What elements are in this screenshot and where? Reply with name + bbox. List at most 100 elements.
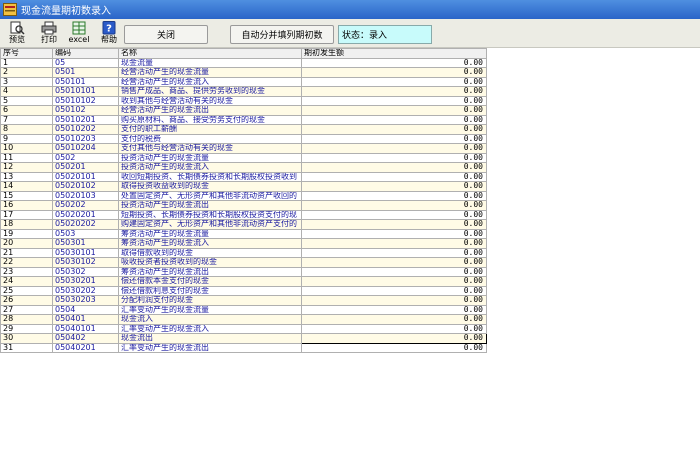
name-cell: 筹资活动产生的现金流入	[118, 238, 302, 249]
amount-cell[interactable]: 0.00	[301, 67, 487, 78]
amount-cell[interactable]: 0.00	[301, 133, 487, 144]
amount-cell[interactable]: 0.00	[301, 171, 487, 182]
code-cell: 05020101	[52, 171, 119, 182]
table-row[interactable]: 29 05040101 汇率变动产生的现金流入 0.00	[0, 323, 487, 334]
table-row[interactable]: 7 05010201 购买原材料、商品、接受劳务支付的现金 0.00	[0, 114, 487, 125]
amount-cell[interactable]: 0.00	[301, 304, 487, 315]
amount-cell[interactable]: 0.00	[301, 314, 487, 325]
amount-cell[interactable]: 0.00	[301, 162, 487, 173]
table-row[interactable]: 20 050301 筹资活动产生的现金流入 0.00	[0, 238, 487, 249]
table-row[interactable]: 28 050401 现金流入 0.00	[0, 314, 487, 325]
amount-cell[interactable]: 0.00	[301, 76, 487, 87]
amount-cell[interactable]: 0.00	[301, 285, 487, 296]
header-code[interactable]: 编码	[52, 48, 119, 59]
table-row[interactable]: 23 050302 筹资活动产生的现金流出 0.00	[0, 266, 487, 277]
table-header-row: 序号 编码 名称 期初发生额	[0, 48, 487, 59]
table-row[interactable]: 16 050202 投资活动产生的现金流出 0.00	[0, 200, 487, 211]
amount-cell[interactable]: 0.00	[301, 200, 487, 211]
amount-cell[interactable]: 0.00	[301, 105, 487, 116]
amount-cell[interactable]: 0.00	[301, 247, 487, 258]
table-row[interactable]: 2 0501 经营活动产生的现金流量 0.00	[0, 67, 487, 78]
amount-cell[interactable]: 0.00	[301, 342, 487, 353]
name-cell: 经营活动产生的现金流出	[118, 105, 302, 116]
table-row[interactable]: 31 05040201 汇率变动产生的现金流出 0.00	[0, 342, 487, 353]
status-field: 状态：录入	[338, 25, 432, 44]
amount-cell[interactable]: 0.00	[301, 181, 487, 192]
table-row[interactable]: 1 05 现金流量 0.00	[0, 57, 487, 68]
table-row[interactable]: 19 0503 筹资活动产生的现金流量 0.00	[0, 228, 487, 239]
header-name[interactable]: 名称	[118, 48, 302, 59]
name-cell: 筹资活动产生的现金流量	[118, 228, 302, 239]
table-row[interactable]: 4 05010101 销售产成品、商品、提供劳务收到的现金 0.00	[0, 86, 487, 97]
amount-cell[interactable]: 0.00	[301, 209, 487, 220]
table-row[interactable]: 8 05010202 支付的职工薪酬 0.00	[0, 124, 487, 135]
table-row[interactable]: 6 050102 经营活动产生的现金流出 0.00	[0, 105, 487, 116]
amount-cell[interactable]: 0.00	[301, 276, 487, 287]
amount-cell[interactable]: 0.00	[301, 295, 487, 306]
auto-fill-button[interactable]: 自动分并填列期初数	[230, 25, 334, 44]
table-row[interactable]: 13 05020101 收回短期投资、长期债券投资和长期股权投资收到 0.00	[0, 171, 487, 182]
table-row[interactable]: 25 05030202 偿还借款利息支付的现金 0.00	[0, 285, 487, 296]
amount-cell[interactable]: 0.00	[301, 323, 487, 334]
table-row[interactable]: 12 050201 投资活动产生的现金流入 0.00	[0, 162, 487, 173]
preview-button[interactable]: 预览	[4, 21, 30, 47]
print-label: 打印	[41, 35, 57, 44]
table-row[interactable]: 17 05020201 短期投资、长期债券投资和长期股权投资支付的现 0.00	[0, 209, 487, 220]
seq-cell: 30	[0, 333, 53, 344]
seq-cell: 6	[0, 105, 53, 116]
table-row[interactable]: 26 05030203 分配利润支付的现金 0.00	[0, 295, 487, 306]
amount-cell[interactable]: 0.00	[301, 190, 487, 201]
close-button[interactable]: 关闭	[124, 25, 208, 44]
code-cell: 05040201	[52, 342, 119, 353]
table-row[interactable]: 24 05030201 偿还借款本金支付的现金 0.00	[0, 276, 487, 287]
table-row[interactable]: 5 05010102 收到其他与经营活动有关的现金 0.00	[0, 95, 487, 106]
amount-cell[interactable]: 0.00	[301, 257, 487, 268]
amount-cell[interactable]: 0.00	[301, 228, 487, 239]
title-bar: 现金流量期初数录入	[0, 0, 700, 19]
name-cell: 吸收投资者投资收到的现金	[118, 257, 302, 268]
header-seq[interactable]: 序号	[0, 48, 53, 59]
table-row[interactable]: 22 05030102 吸收投资者投资收到的现金 0.00	[0, 257, 487, 268]
table-row[interactable]: 27 0504 汇率变动产生的现金流量 0.00	[0, 304, 487, 315]
amount-cell[interactable]: 0.00	[301, 143, 487, 154]
name-cell: 经营活动产生的现金流入	[118, 76, 302, 87]
amount-cell[interactable]: 0.00	[301, 86, 487, 97]
table-row[interactable]: 3 050101 经营活动产生的现金流入 0.00	[0, 76, 487, 87]
table-row[interactable]: 10 05010204 支付其他与经营活动有关的现金 0.00	[0, 143, 487, 154]
name-cell: 汇率变动产生的现金流入	[118, 323, 302, 334]
preview-icon	[10, 21, 25, 35]
name-cell: 收回短期投资、长期债券投资和长期股权投资收到	[118, 171, 302, 182]
table-row[interactable]: 14 05020102 取得投资收益收到的现金 0.00	[0, 181, 487, 192]
help-label: 帮助	[101, 35, 117, 44]
window-title: 现金流量期初数录入	[21, 6, 111, 17]
seq-cell: 29	[0, 323, 53, 334]
amount-cell[interactable]: 0.00	[301, 95, 487, 106]
amount-cell[interactable]: 0.00	[301, 333, 487, 344]
header-amount[interactable]: 期初发生额	[301, 48, 487, 59]
amount-cell[interactable]: 0.00	[301, 114, 487, 125]
table-row[interactable]: 15 05020103 处置固定资产、无形资产和其他非流动资产收回的 0.00	[0, 190, 487, 201]
print-button[interactable]: 打印	[36, 21, 62, 47]
seq-cell: 28	[0, 314, 53, 325]
code-cell: 05020201	[52, 209, 119, 220]
amount-cell[interactable]: 0.00	[301, 152, 487, 163]
excel-button[interactable]: excel	[66, 21, 92, 47]
code-cell: 05040101	[52, 323, 119, 334]
table-row[interactable]: 11 0502 投资活动产生的现金流量 0.00	[0, 152, 487, 163]
amount-cell[interactable]: 0.00	[301, 266, 487, 277]
amount-cell[interactable]: 0.00	[301, 124, 487, 135]
table-row[interactable]: 30 050402 现金流出 0.00	[0, 333, 487, 344]
amount-cell[interactable]: 0.00	[301, 57, 487, 68]
amount-cell[interactable]: 0.00	[301, 219, 487, 230]
amount-cell[interactable]: 0.00	[301, 238, 487, 249]
name-cell: 支付的税费	[118, 133, 302, 144]
name-cell: 短期投资、长期债券投资和长期股权投资支付的现	[118, 209, 302, 220]
name-cell: 经营活动产生的现金流量	[118, 67, 302, 78]
seq-cell: 19	[0, 228, 53, 239]
help-button[interactable]: ? 帮助	[96, 21, 122, 47]
table-row[interactable]: 9 05010203 支付的税费 0.00	[0, 133, 487, 144]
name-cell: 购买原材料、商品、接受劳务支付的现金	[118, 114, 302, 125]
seq-cell: 25	[0, 285, 53, 296]
table-row[interactable]: 18 05020202 购建固定资产、无形资产和其他非流动资产支付的 0.00	[0, 219, 487, 230]
table-row[interactable]: 21 05030101 取得借款收到的现金 0.00	[0, 247, 487, 258]
